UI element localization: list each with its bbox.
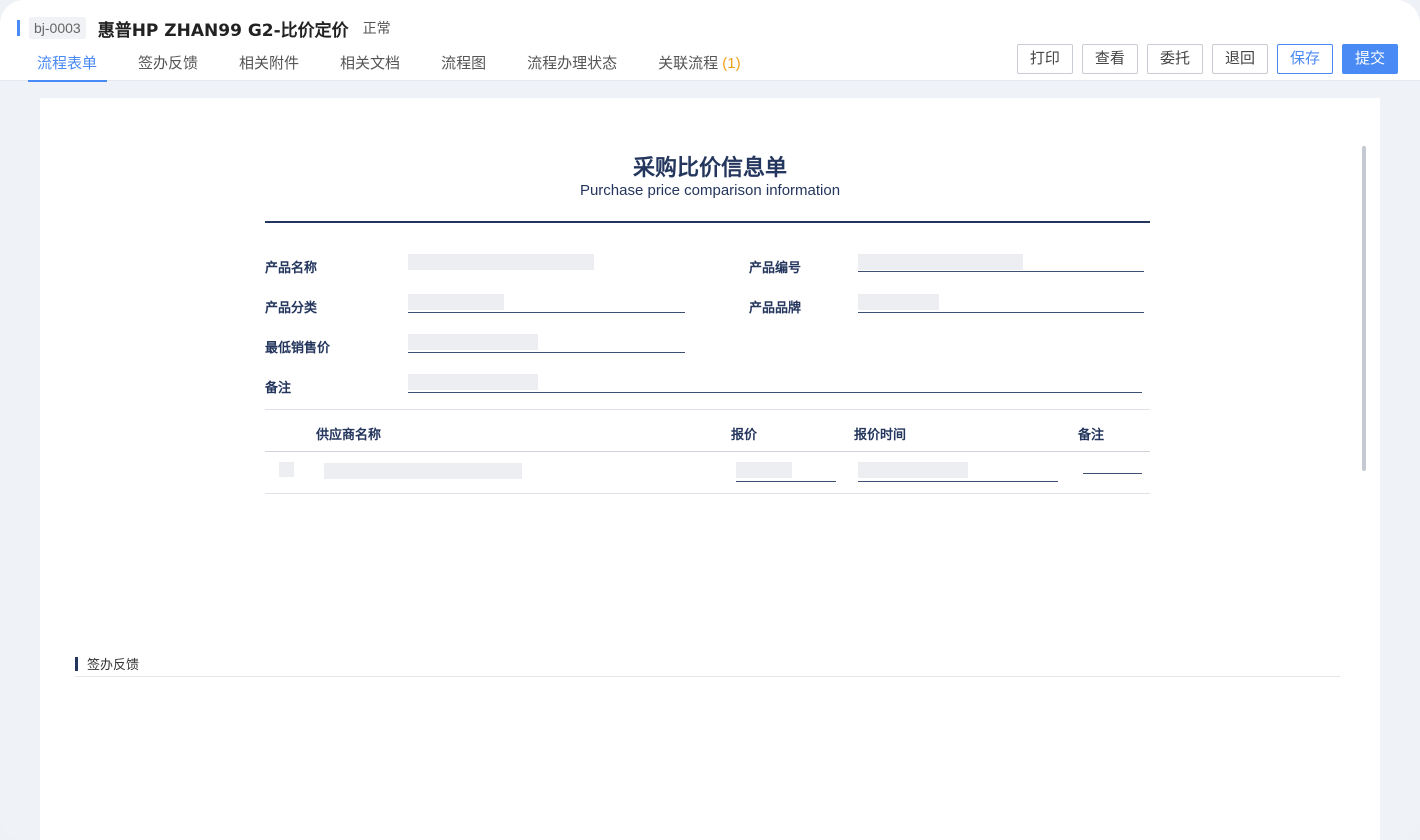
- tab-label: 流程图: [441, 55, 487, 72]
- product-name-label: 产品名称: [265, 261, 318, 276]
- view-button[interactable]: 查看: [1081, 44, 1138, 74]
- table-top-border: [265, 409, 1150, 410]
- product-category-underline: [408, 312, 685, 313]
- remark-column-header: 备注: [1078, 428, 1105, 443]
- tab-bar: 流程表单 签办反馈 相关附件 相关文档 流程图 流程办理状态 关联流程 (1): [28, 52, 750, 82]
- product-name-field[interactable]: [408, 254, 594, 270]
- row-checkbox[interactable]: [279, 462, 294, 477]
- form-content-panel: 采购比价信息单 Purchase price comparison inform…: [40, 98, 1380, 840]
- supplier-column-header: 供应商名称: [316, 428, 382, 443]
- remark-underline: [408, 392, 1142, 393]
- min-price-field[interactable]: [408, 334, 538, 350]
- document-id: bj-0003: [29, 17, 86, 39]
- product-brand-underline: [858, 312, 1144, 313]
- product-code-label: 产品编号: [749, 261, 802, 276]
- supplier-name-cell[interactable]: [324, 463, 522, 479]
- form-title-divider: [265, 221, 1150, 223]
- tab-flowchart[interactable]: 流程图: [432, 52, 495, 82]
- save-button[interactable]: 保存: [1276, 44, 1333, 74]
- quote-underline: [736, 481, 836, 482]
- tab-process-form[interactable]: 流程表单: [28, 52, 108, 82]
- tab-label: 关联流程: [658, 55, 719, 72]
- tab-documents[interactable]: 相关文档: [331, 52, 409, 82]
- title-bar: bj-0003 惠普HP ZHAN99 G2-比价定价 正常: [17, 17, 391, 41]
- form-title: 采购比价信息单: [632, 156, 787, 181]
- feedback-section-divider: [75, 676, 1340, 677]
- tab-label: 相关附件: [239, 55, 300, 72]
- feedback-section-header: 签办反馈: [75, 654, 139, 673]
- quote-cell[interactable]: [736, 462, 792, 478]
- product-code-underline: [858, 271, 1144, 272]
- page-title: 惠普HP ZHAN99 G2-比价定价: [97, 20, 349, 41]
- quote-time-column-header: 报价时间: [854, 428, 907, 443]
- product-brand-label: 产品品牌: [749, 301, 802, 316]
- return-button[interactable]: 退回: [1211, 44, 1268, 74]
- tab-label: 相关文档: [340, 55, 401, 72]
- product-category-label: 产品分类: [265, 301, 318, 316]
- tab-attachments[interactable]: 相关附件: [230, 52, 308, 82]
- min-price-underline: [408, 352, 685, 353]
- remark-field[interactable]: [408, 374, 538, 390]
- product-category-field[interactable]: [408, 294, 504, 310]
- tab-label: 流程办理状态: [527, 55, 618, 72]
- tab-related-processes[interactable]: 关联流程 (1): [649, 52, 750, 82]
- submit-button[interactable]: 提交: [1341, 44, 1398, 74]
- product-code-field[interactable]: [858, 254, 1023, 270]
- tab-label: 签办反馈: [138, 55, 199, 72]
- quote-column-header: 报价: [731, 428, 758, 443]
- min-price-label: 最低销售价: [265, 341, 331, 356]
- related-count-badge: (1): [722, 55, 741, 72]
- product-brand-field[interactable]: [858, 294, 939, 310]
- title-accent: [17, 20, 20, 36]
- row-remark-field[interactable]: [1083, 473, 1142, 474]
- print-button[interactable]: 打印: [1016, 44, 1073, 74]
- page-header: bj-0003 惠普HP ZHAN99 G2-比价定价 正常 流程表单 签办反馈…: [0, 0, 1420, 82]
- delegate-button[interactable]: 委托: [1146, 44, 1203, 74]
- form-subtitle: Purchase price comparison information: [579, 182, 841, 199]
- quote-time-cell[interactable]: [858, 462, 968, 478]
- table-bottom-border: [265, 493, 1150, 494]
- app-frame: bj-0003 惠普HP ZHAN99 G2-比价定价 正常 流程表单 签办反馈…: [0, 0, 1420, 840]
- table-header-border: [265, 451, 1150, 452]
- tab-label: 流程表单: [37, 55, 98, 72]
- feedback-section-title: 签办反馈: [87, 658, 140, 673]
- tab-sign-feedback[interactable]: 签办反馈: [129, 52, 207, 82]
- status-label: 正常: [362, 20, 391, 36]
- remark-label: 备注: [265, 381, 292, 396]
- action-toolbar: 打印 查看 委托 退回 保存 提交: [1016, 44, 1398, 74]
- tab-process-status[interactable]: 流程办理状态: [518, 52, 626, 82]
- quote-time-underline: [858, 481, 1058, 482]
- section-accent: [75, 656, 78, 671]
